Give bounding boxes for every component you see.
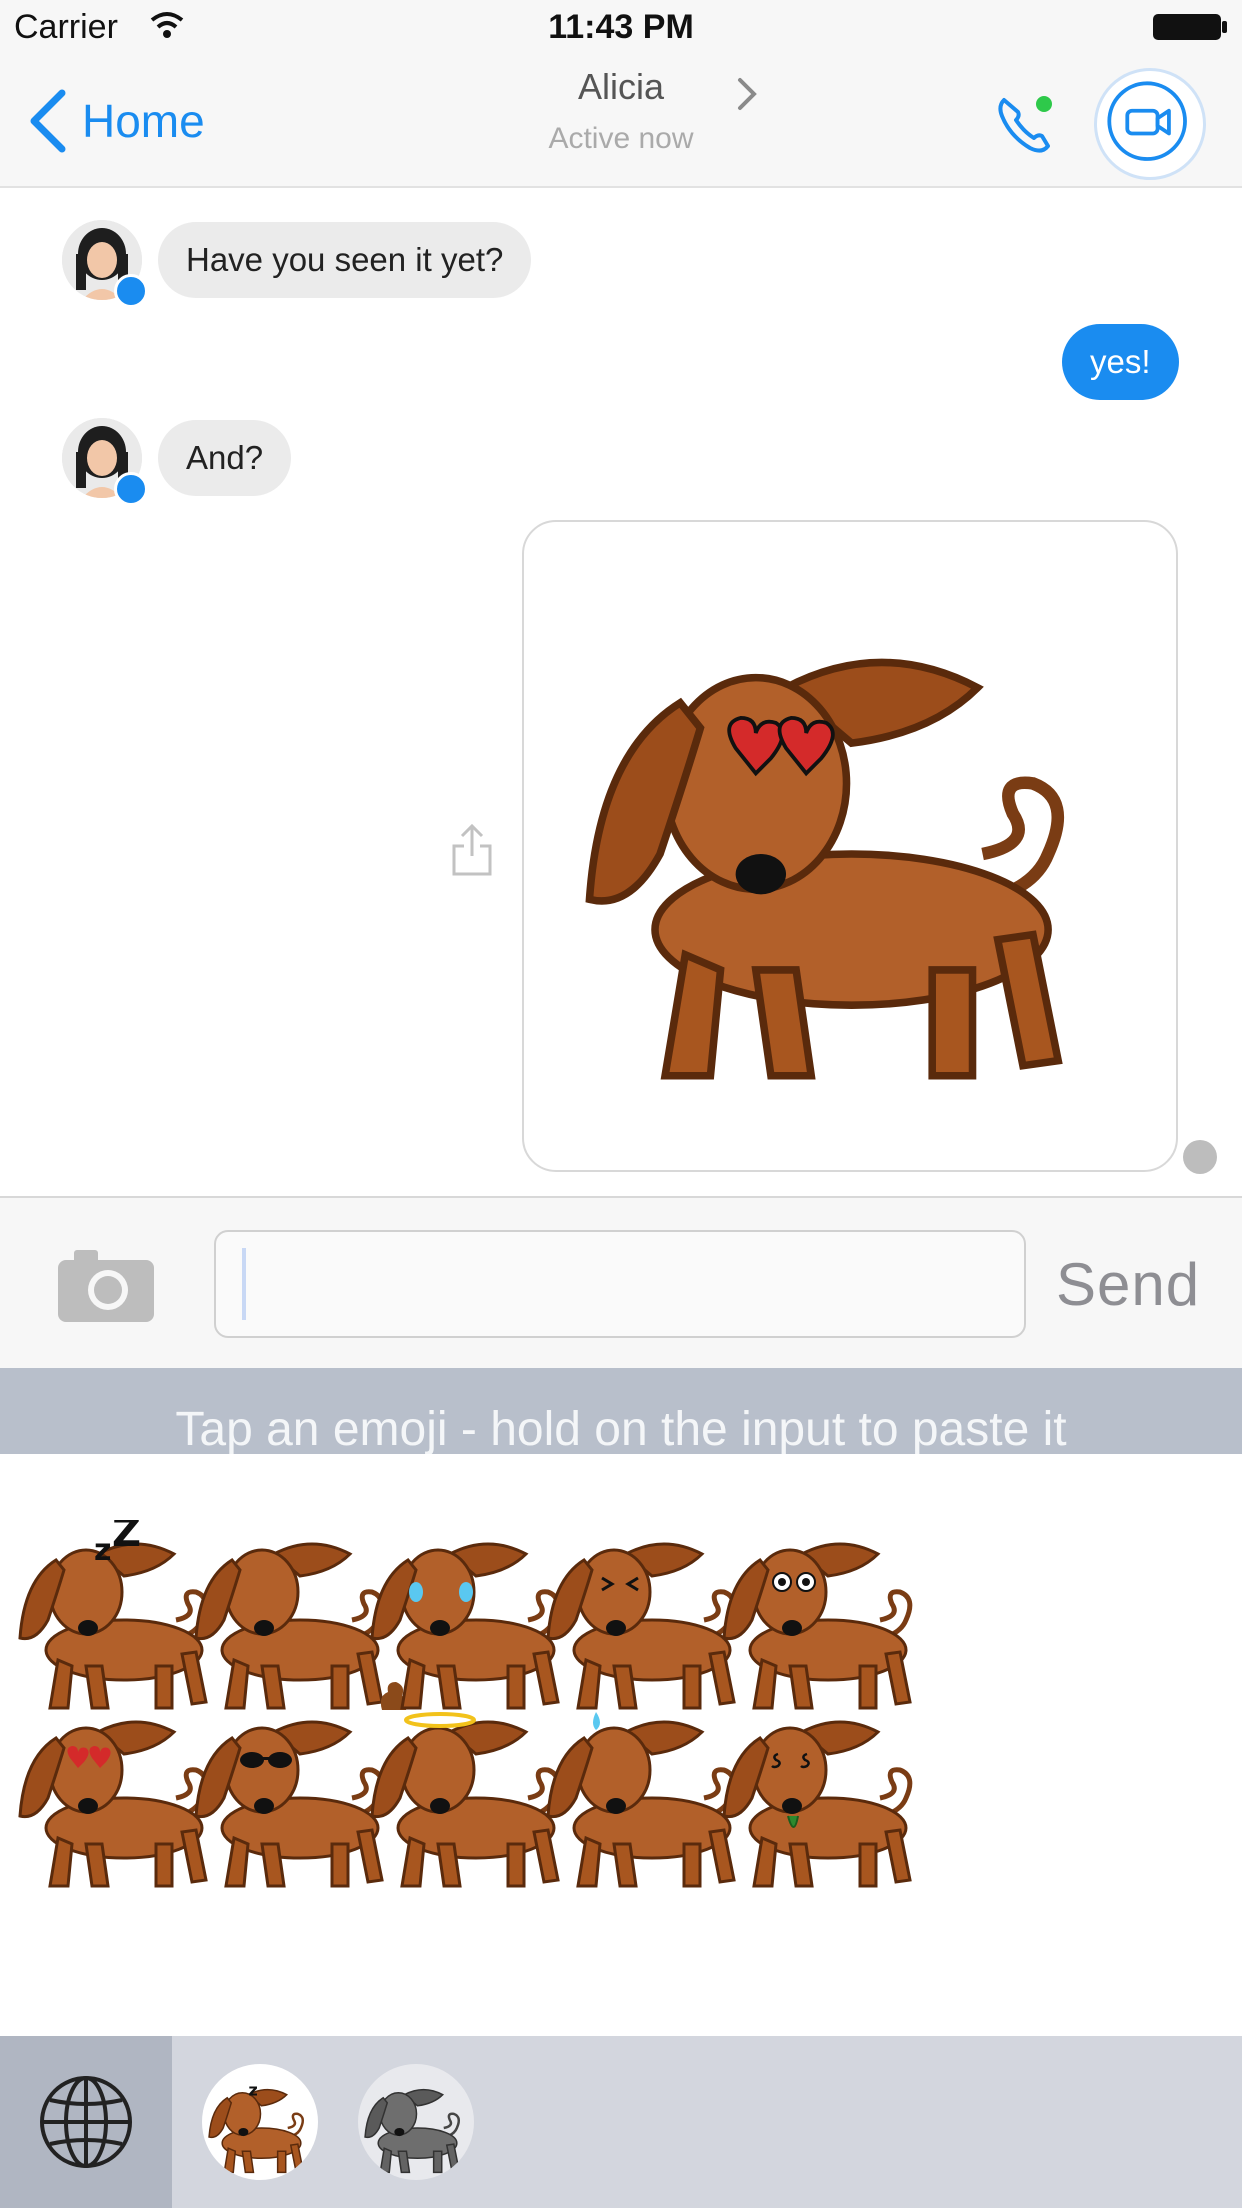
- dachshund-heart-eyes-sticker: [554, 602, 1134, 1106]
- dachshund-wide-eyes-icon: [710, 1520, 940, 1720]
- sticker-pack-tab-brown[interactable]: z: [202, 2064, 318, 2180]
- incoming-message[interactable]: And?: [158, 420, 292, 496]
- incoming-message[interactable]: Have you seen it yet?: [158, 222, 532, 298]
- messenger-badge-icon: [114, 274, 148, 308]
- messenger-badge-icon: [114, 472, 148, 506]
- svg-text:Z: Z: [112, 1520, 141, 1556]
- text-cursor: [242, 1248, 246, 1320]
- globe-button[interactable]: [0, 2036, 172, 2208]
- svg-text:z: z: [94, 1533, 111, 1568]
- seen-avatar-icon: [1183, 1140, 1217, 1174]
- contact-info-button[interactable]: Alicia Active now: [471, 66, 771, 156]
- dachshund-icon: [710, 2022, 940, 2036]
- dachshund-grey-pack-icon: [358, 2070, 474, 2180]
- status-bar: Carrier 11:43 PM: [0, 0, 1242, 54]
- send-button[interactable]: Send: [1056, 1250, 1200, 1319]
- message-list[interactable]: Have you seen it yet? yes! And?: [0, 190, 1242, 1196]
- message-input[interactable]: [214, 1230, 1026, 1338]
- globe-icon: [40, 2076, 132, 2168]
- keyboard-hint-bar: Tap an emoji - hold on the input to past…: [0, 1368, 1242, 1454]
- video-call-button[interactable]: [1094, 68, 1206, 180]
- battery-icon: [1153, 14, 1227, 40]
- share-icon[interactable]: [450, 822, 494, 878]
- chevron-right-icon[interactable]: [736, 74, 760, 114]
- sticker-keyboard[interactable]: z Z: [0, 1454, 1242, 2036]
- back-label: Home: [82, 95, 205, 147]
- composer-bar: Send: [0, 1196, 1242, 1368]
- chevron-left-icon: [30, 89, 66, 153]
- contact-status: Active now: [548, 122, 694, 155]
- sticker-dachshund-wide-eyes[interactable]: [710, 1520, 940, 1720]
- sticker-dachshund-money-eyes[interactable]: [710, 1698, 940, 1898]
- dachshund-brown-pack-icon: z: [202, 2081, 318, 2180]
- video-camera-icon: [1107, 81, 1187, 161]
- status-time: 11:43 PM: [548, 8, 694, 46]
- phone-call-button[interactable]: [990, 86, 1066, 162]
- sticker-message[interactable]: [522, 520, 1178, 1172]
- sticker-dachshund[interactable]: [710, 2022, 940, 2036]
- back-button[interactable]: Home: [28, 86, 205, 156]
- dachshund-money-eyes-icon: [710, 1698, 940, 1898]
- sticker-pack-tab-grey[interactable]: [358, 2064, 474, 2180]
- camera-button[interactable]: [56, 1244, 156, 1324]
- outgoing-message[interactable]: yes!: [1062, 324, 1179, 400]
- conversation-header: Home Alicia Active now: [0, 54, 1242, 188]
- contact-name: Alicia: [577, 66, 665, 107]
- keyboard-switcher-bar: z: [0, 2036, 1242, 2208]
- svg-text:z: z: [248, 2081, 257, 2100]
- hint-text: Tap an emoji - hold on the input to past…: [175, 1403, 1067, 1454]
